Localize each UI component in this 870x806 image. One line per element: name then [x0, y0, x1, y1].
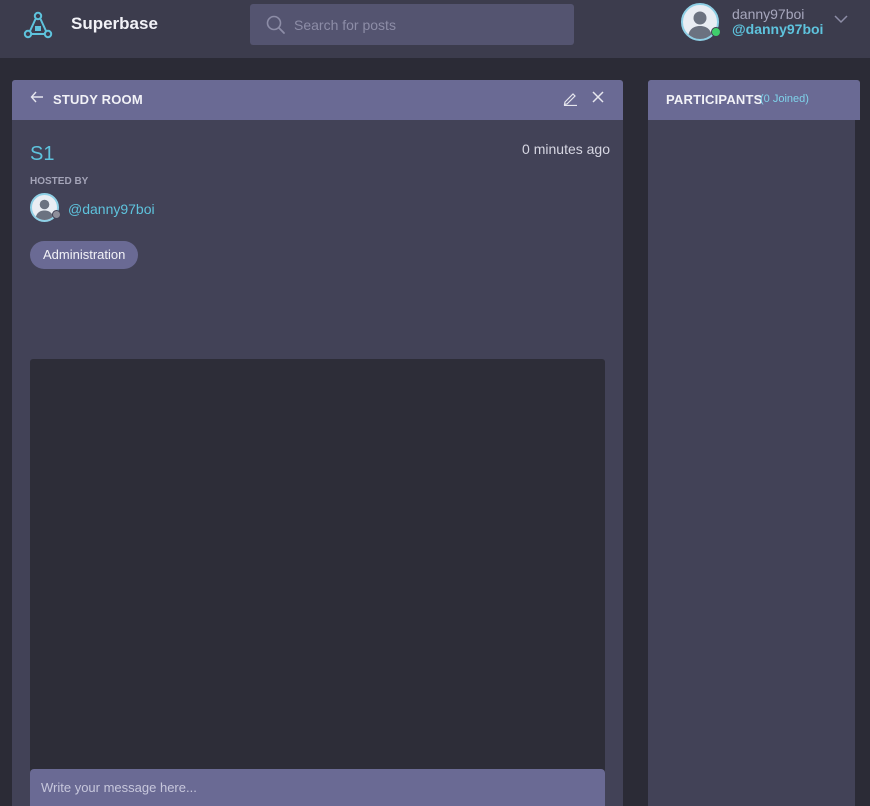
search-bar[interactable]: [250, 4, 574, 45]
edit-icon[interactable]: [562, 90, 578, 106]
close-icon[interactable]: [592, 91, 604, 103]
chevron-down-icon[interactable]: [833, 13, 849, 25]
participants-header: PARTICIPANTS (0 Joined): [648, 80, 860, 120]
user-name: danny97boi: [732, 6, 805, 22]
top-bar: Superbase danny97boi @danny97boi: [0, 0, 870, 58]
room-timestamp: 0 minutes ago: [522, 141, 610, 157]
study-room-header: STUDY ROOM: [12, 80, 623, 120]
search-icon: [266, 15, 285, 34]
study-room-panel: STUDY ROOM S1 0 minutes ago HOSTED BY @d…: [12, 80, 623, 806]
participants-panel: PARTICIPANTS (0 Joined): [648, 80, 860, 806]
host-handle-link[interactable]: @danny97boi: [68, 201, 155, 217]
network-hub-icon[interactable]: [23, 10, 53, 40]
user-handle: @danny97boi: [732, 21, 824, 37]
room-tag[interactable]: Administration: [30, 241, 139, 269]
joined-count: (0 Joined): [760, 93, 809, 105]
chat-messages-area[interactable]: [30, 359, 605, 806]
participants-scrollbar-track: [855, 120, 860, 806]
hosted-by-label: HOSTED BY: [30, 176, 89, 187]
study-room-title: STUDY ROOM: [53, 92, 143, 107]
room-name: S1: [30, 143, 55, 165]
search-input[interactable]: [294, 4, 564, 45]
host-status-dot: [52, 210, 61, 219]
participants-title: PARTICIPANTS: [666, 92, 763, 107]
back-arrow-icon[interactable]: [30, 90, 44, 104]
online-status-dot: [711, 27, 721, 37]
user-menu[interactable]: danny97boi @danny97boi: [681, 3, 861, 43]
brand-name[interactable]: Superbase: [71, 14, 158, 34]
message-input[interactable]: [30, 769, 605, 806]
